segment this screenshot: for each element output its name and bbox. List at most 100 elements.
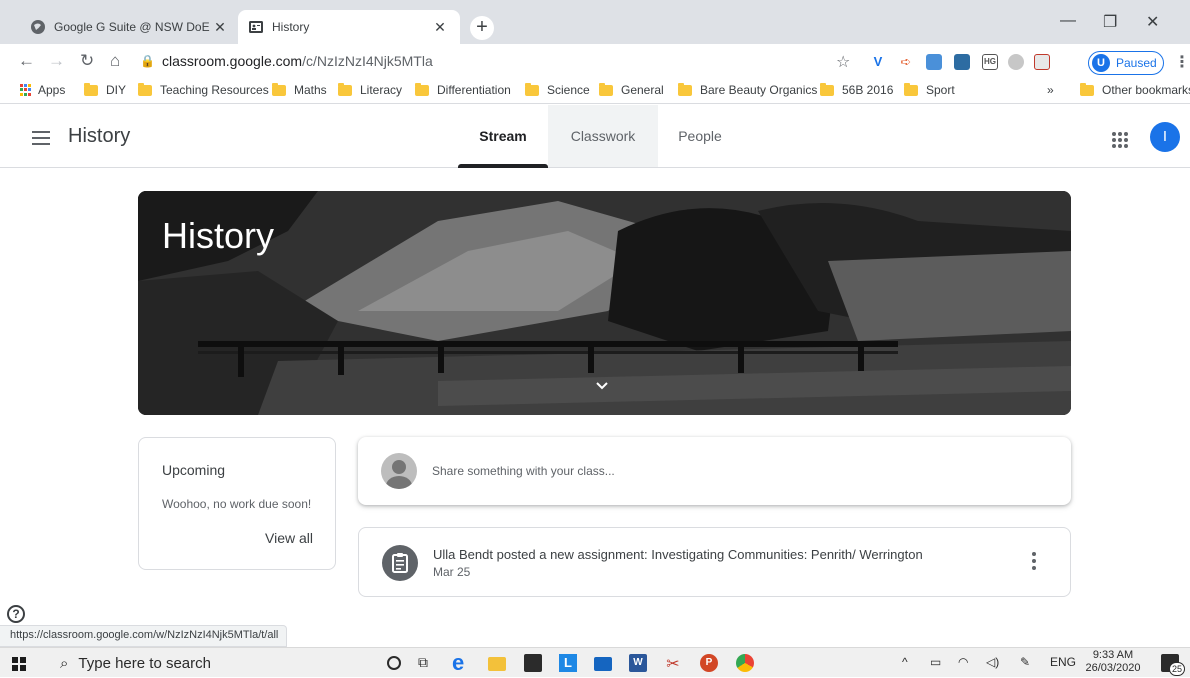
edge-icon[interactable]: e xyxy=(452,652,470,674)
taskbar-search[interactable]: ⌕ Type here to search xyxy=(48,648,370,678)
bookmark-label: Apps xyxy=(38,83,66,97)
bookmark-folder-bare-beauty-organics[interactable]: Bare Beauty Organics xyxy=(678,82,817,97)
windows-taskbar: ⌕ Type here to search ⧉ e L W ✂ P ^ ▭ ◠ … xyxy=(0,647,1190,677)
home-icon[interactable]: ⌂ xyxy=(110,51,120,71)
bookmark-label: Other bookmarks xyxy=(1102,83,1190,97)
browser-tab-gsuite[interactable]: Google G Suite @ NSW DoE ✕ xyxy=(20,10,240,44)
search-placeholder: Type here to search xyxy=(78,654,211,672)
extension-screenshot-icon[interactable] xyxy=(954,54,970,70)
bookmark-apps[interactable]: Apps xyxy=(20,83,65,97)
profile-avatar: U xyxy=(1092,54,1110,72)
close-tab-icon[interactable]: ✕ xyxy=(430,19,450,36)
taskbar-clock[interactable]: 9:33 AM 26/03/2020 xyxy=(1082,649,1144,675)
pen-icon[interactable]: ✎ xyxy=(1020,655,1030,669)
folder-icon xyxy=(338,82,352,96)
browser-tab-history[interactable]: History ✕ xyxy=(238,10,460,44)
cortana-icon[interactable] xyxy=(387,656,401,670)
extension-v-icon[interactable]: V xyxy=(870,54,886,70)
windows-start-icon[interactable] xyxy=(12,657,26,671)
powerpoint-icon[interactable]: P xyxy=(700,654,718,672)
task-view-icon[interactable]: ⧉ xyxy=(418,654,436,672)
bookmark-folder-literacy[interactable]: Literacy xyxy=(338,82,403,97)
folder-icon xyxy=(678,82,692,96)
minimize-icon[interactable]: — xyxy=(1060,12,1076,30)
bookmarks-bar: Apps DIY Teaching Resources Maths Litera… xyxy=(0,78,1190,104)
apps-grid-icon xyxy=(20,84,32,96)
extension-arrow-icon[interactable]: ➪ xyxy=(898,54,914,70)
bookmark-folder-differentiation[interactable]: Differentiation xyxy=(415,82,511,97)
folder-icon xyxy=(820,82,834,96)
bookmark-label: General xyxy=(621,83,664,97)
bookmarks-overflow-button[interactable]: » xyxy=(1047,83,1054,97)
forward-icon[interactable]: → xyxy=(48,51,65,71)
bookmark-folder-maths[interactable]: Maths xyxy=(272,82,327,97)
bookmark-folder-teaching-resources[interactable]: Teaching Resources xyxy=(138,82,269,97)
back-icon[interactable]: ← xyxy=(18,51,35,71)
bookmark-folder-diy[interactable]: DIY xyxy=(84,82,126,97)
close-tab-icon[interactable]: ✕ xyxy=(210,19,230,36)
folder-icon xyxy=(138,82,152,96)
word-icon[interactable]: W xyxy=(629,654,647,672)
classroom-header: History Stream Classwork People I xyxy=(0,105,1190,168)
account-avatar[interactable]: I xyxy=(1150,122,1180,152)
folder-icon xyxy=(415,82,429,96)
share-announcement-box[interactable]: Share something with your class... xyxy=(358,437,1071,505)
battery-icon[interactable]: ▭ xyxy=(930,655,941,669)
upcoming-heading: Upcoming xyxy=(162,462,226,478)
language-indicator[interactable]: ENG xyxy=(1050,655,1076,669)
address-bar[interactable]: 🔒 classroom.google.com/c/NzIzNzI4Njk5MTl… xyxy=(140,49,870,73)
tab-people[interactable]: People xyxy=(658,105,742,167)
reload-icon[interactable]: ↻ xyxy=(80,51,94,71)
link-status-bar: https://classroom.google.com/w/NzIzNzI4N… xyxy=(0,625,288,647)
chrome-icon[interactable] xyxy=(736,654,754,672)
help-icon[interactable]: ? xyxy=(7,605,25,623)
more-options-icon[interactable] xyxy=(1032,552,1036,573)
wifi-icon[interactable]: ◠ xyxy=(958,655,968,669)
search-icon: ⌕ xyxy=(60,654,69,672)
bookmark-folder-56b-2016[interactable]: 56B 2016 xyxy=(820,82,894,97)
tab-stream[interactable]: Stream xyxy=(458,105,548,168)
bookmark-label: Maths xyxy=(294,83,327,97)
post-date: Mar 25 xyxy=(433,565,471,579)
bookmark-label: 56B 2016 xyxy=(842,83,894,97)
folder-icon xyxy=(272,82,286,96)
volume-icon[interactable]: ◁) xyxy=(986,655,999,669)
bookmark-label: Teaching Resources xyxy=(160,83,269,97)
post-title: Ulla Bendt posted a new assignment: Inve… xyxy=(433,547,923,562)
tab-classwork[interactable]: Classwork xyxy=(548,105,658,167)
bookmark-label: Literacy xyxy=(360,83,403,97)
bookmark-star-icon[interactable]: ☆ xyxy=(836,52,850,72)
file-explorer-icon[interactable] xyxy=(488,657,506,671)
main-menu-icon[interactable] xyxy=(32,131,50,149)
bookmark-folder-sport[interactable]: Sport xyxy=(904,82,955,97)
show-hidden-icons-icon[interactable]: ^ xyxy=(902,655,908,669)
classroom-favicon-icon xyxy=(248,19,264,35)
lexia-icon[interactable]: L xyxy=(559,654,577,672)
stream-post[interactable]: Ulla Bendt posted a new assignment: Inve… xyxy=(358,527,1071,597)
profile-button[interactable]: U Paused xyxy=(1088,51,1164,75)
view-all-link[interactable]: View all xyxy=(265,530,313,546)
bookmark-folder-other[interactable]: Other bookmarks xyxy=(1080,82,1190,97)
mail-icon[interactable] xyxy=(594,657,612,671)
extension-acrobat-icon[interactable] xyxy=(1034,54,1050,70)
extension-circle-icon[interactable] xyxy=(1008,54,1024,70)
bookmark-folder-general[interactable]: General xyxy=(599,82,664,97)
snipping-tool-icon[interactable]: ✂ xyxy=(664,654,682,673)
share-placeholder: Share something with your class... xyxy=(432,464,615,478)
folder-icon xyxy=(599,82,613,96)
bookmark-label: Differentiation xyxy=(437,83,511,97)
close-window-icon[interactable]: ✕ xyxy=(1146,12,1159,32)
google-apps-icon[interactable] xyxy=(1112,132,1128,148)
bookmark-label: Sport xyxy=(926,83,955,97)
restore-icon[interactable]: ❐ xyxy=(1103,12,1117,32)
default-avatar-icon xyxy=(381,453,417,489)
extension-hg-icon[interactable]: HG xyxy=(982,54,998,70)
profile-status: Paused xyxy=(1116,56,1157,70)
bookmark-folder-science[interactable]: Science xyxy=(525,82,590,97)
extension-camera-icon[interactable] xyxy=(926,54,942,70)
class-title[interactable]: History xyxy=(68,125,130,148)
store-icon[interactable] xyxy=(524,654,542,672)
new-tab-button[interactable]: + xyxy=(470,16,494,40)
folder-icon xyxy=(84,82,98,96)
browser-menu-icon[interactable]: ⋮ xyxy=(1174,52,1190,72)
